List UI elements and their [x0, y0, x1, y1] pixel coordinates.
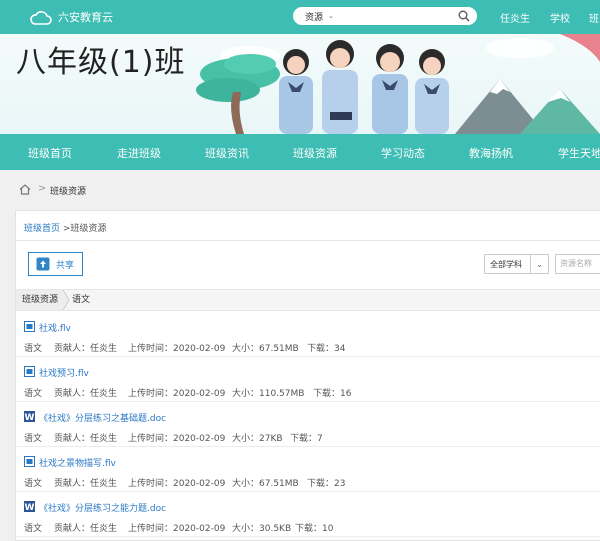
- word-file-icon: W: [24, 501, 35, 512]
- nav-class-resources[interactable]: 班级资源: [293, 145, 337, 161]
- class-title: 八年级(1)班: [16, 45, 186, 80]
- breadcrumb-current: 班级资源: [50, 187, 87, 197]
- nav-class-home[interactable]: 班级首页: [28, 145, 72, 161]
- svg-text:W: W: [25, 413, 35, 422]
- resource-subject: 语文: [24, 524, 43, 534]
- top-bar: 六安教育云 资源 ⌄ 任炎生 学校 班: [0, 0, 600, 34]
- resource-subject: 语文: [24, 344, 43, 354]
- list-item: W 《社戏》分层练习之能力题.doc 语文 贡献人：任炎生 上传时间：2020-…: [16, 492, 600, 537]
- breadcrumb-separator: >: [38, 183, 47, 194]
- nav-class-news[interactable]: 班级资讯: [205, 145, 249, 161]
- panel-path-current: 班级资源: [70, 224, 107, 234]
- search-bar[interactable]: 资源 ⌄: [293, 7, 477, 25]
- topnav-class[interactable]: 班: [589, 10, 599, 25]
- site-name: 六安教育云: [58, 11, 113, 24]
- chevron-down-icon: ⌄: [530, 255, 548, 273]
- resource-downloads: 下载：34: [307, 344, 346, 354]
- resource-downloads: 下载：23: [307, 479, 346, 489]
- video-file-icon: [24, 321, 35, 332]
- upload-icon: [36, 257, 50, 271]
- panel-path: 班级首页 >班级资源: [24, 221, 106, 234]
- class-banner: 八年级(1)班: [0, 34, 600, 134]
- breadcrumb: > 班级资源: [0, 170, 600, 210]
- resource-contributor: 贡献人：任炎生: [54, 344, 118, 354]
- resource-size: 大小：27KB: [232, 434, 283, 444]
- nav-teaching-sail[interactable]: 教海扬帆: [469, 145, 513, 161]
- search-type-value: 资源: [305, 12, 324, 23]
- resource-subject: 语文: [24, 389, 43, 399]
- resource-contributor: 贡献人：任炎生: [54, 434, 118, 444]
- resource-upload-time: 上传时间：2020-02-09: [128, 434, 226, 444]
- topnav-user[interactable]: 任炎生: [500, 10, 530, 25]
- resource-name-input[interactable]: 资源名称: [555, 254, 600, 274]
- resource-size: 大小：67.51MB: [232, 479, 299, 489]
- list-item: 社戏预习.flv 语文 贡献人：任炎生 上传时间：2020-02-09 大小：1…: [16, 357, 600, 402]
- video-file-icon: [24, 456, 35, 467]
- search-icon[interactable]: [458, 10, 470, 22]
- category-tabs: 班级资源 语文: [16, 289, 600, 311]
- resource-contributor: 贡献人：任炎生: [54, 479, 118, 489]
- site-logo[interactable]: 六安教育云: [30, 8, 113, 26]
- resource-contributor: 贡献人：任炎生: [54, 524, 118, 534]
- share-button[interactable]: 共享: [28, 252, 83, 276]
- tab-separator-arrow: [60, 290, 70, 310]
- resource-panel: 班级首页 >班级资源 共享 全部学科 ⌄ 资源名称 班级资源 语文 社戏.flv…: [15, 210, 600, 541]
- resource-size: 大小：110.57MB: [232, 389, 305, 399]
- resource-name-link[interactable]: 《社戏》分层练习之基础题.doc: [39, 411, 166, 424]
- resource-upload-time: 上传时间：2020-02-09: [128, 389, 226, 399]
- divider: [16, 240, 600, 241]
- list-item: 社戏.flv 语文 贡献人：任炎生 上传时间：2020-02-09 大小：67.…: [16, 312, 600, 357]
- resource-downloads: 下载：16: [313, 389, 352, 399]
- nav-enter-class[interactable]: 走进班级: [117, 145, 161, 161]
- svg-text:W: W: [25, 503, 35, 512]
- resource-name-link[interactable]: 社戏.flv: [39, 321, 71, 334]
- nav-student-world[interactable]: 学生天地: [558, 145, 600, 161]
- nav-learning-updates[interactable]: 学习动态: [381, 145, 425, 161]
- home-icon[interactable]: [19, 184, 31, 195]
- resource-name-link[interactable]: 《社戏》分层练习之能力题.doc: [39, 501, 166, 514]
- chevron-down-icon: ⌄: [328, 12, 334, 20]
- tab-class-resources[interactable]: 班级资源: [16, 290, 65, 310]
- word-file-icon: W: [24, 411, 35, 422]
- cloud-icon: [30, 10, 52, 25]
- resource-upload-time: 上传时间：2020-02-09: [128, 524, 226, 534]
- resource-size: 大小：30.5KB: [232, 524, 292, 534]
- resource-subject: 语文: [24, 434, 43, 444]
- video-file-icon: [24, 366, 35, 377]
- resource-name-link[interactable]: 社戏预习.flv: [39, 366, 89, 379]
- topnav-school[interactable]: 学校: [550, 10, 570, 25]
- resource-upload-time: 上传时间：2020-02-09: [128, 344, 226, 354]
- resource-contributor: 贡献人：任炎生: [54, 389, 118, 399]
- share-button-label: 共享: [56, 260, 75, 271]
- list-item: 社戏之景物描写.flv 语文 贡献人：任炎生 上传时间：2020-02-09 大…: [16, 447, 600, 492]
- tab-chinese[interactable]: 语文: [72, 290, 90, 310]
- class-nav-bar: 班级首页 走进班级 班级资讯 班级资源 学习动态 教海扬帆 学生天地: [0, 134, 600, 170]
- subject-filter-value: 全部学科: [490, 259, 522, 269]
- resource-subject: 语文: [24, 479, 43, 489]
- resource-upload-time: 上传时间：2020-02-09: [128, 479, 226, 489]
- resource-downloads: 下载：7: [290, 434, 323, 444]
- resource-size: 大小：67.51MB: [232, 344, 299, 354]
- list-item: W 《社戏》分层练习之基础题.doc 语文 贡献人：任炎生 上传时间：2020-…: [16, 402, 600, 447]
- panel-path-home-link[interactable]: 班级首页: [24, 224, 60, 234]
- panel-path-separator: >: [60, 224, 71, 234]
- resource-downloads: 下载：10: [295, 524, 334, 534]
- search-type-select[interactable]: 资源 ⌄: [305, 10, 334, 23]
- resource-name-link[interactable]: 社戏之景物描写.flv: [39, 456, 116, 469]
- subject-filter-select[interactable]: 全部学科 ⌄: [484, 254, 549, 274]
